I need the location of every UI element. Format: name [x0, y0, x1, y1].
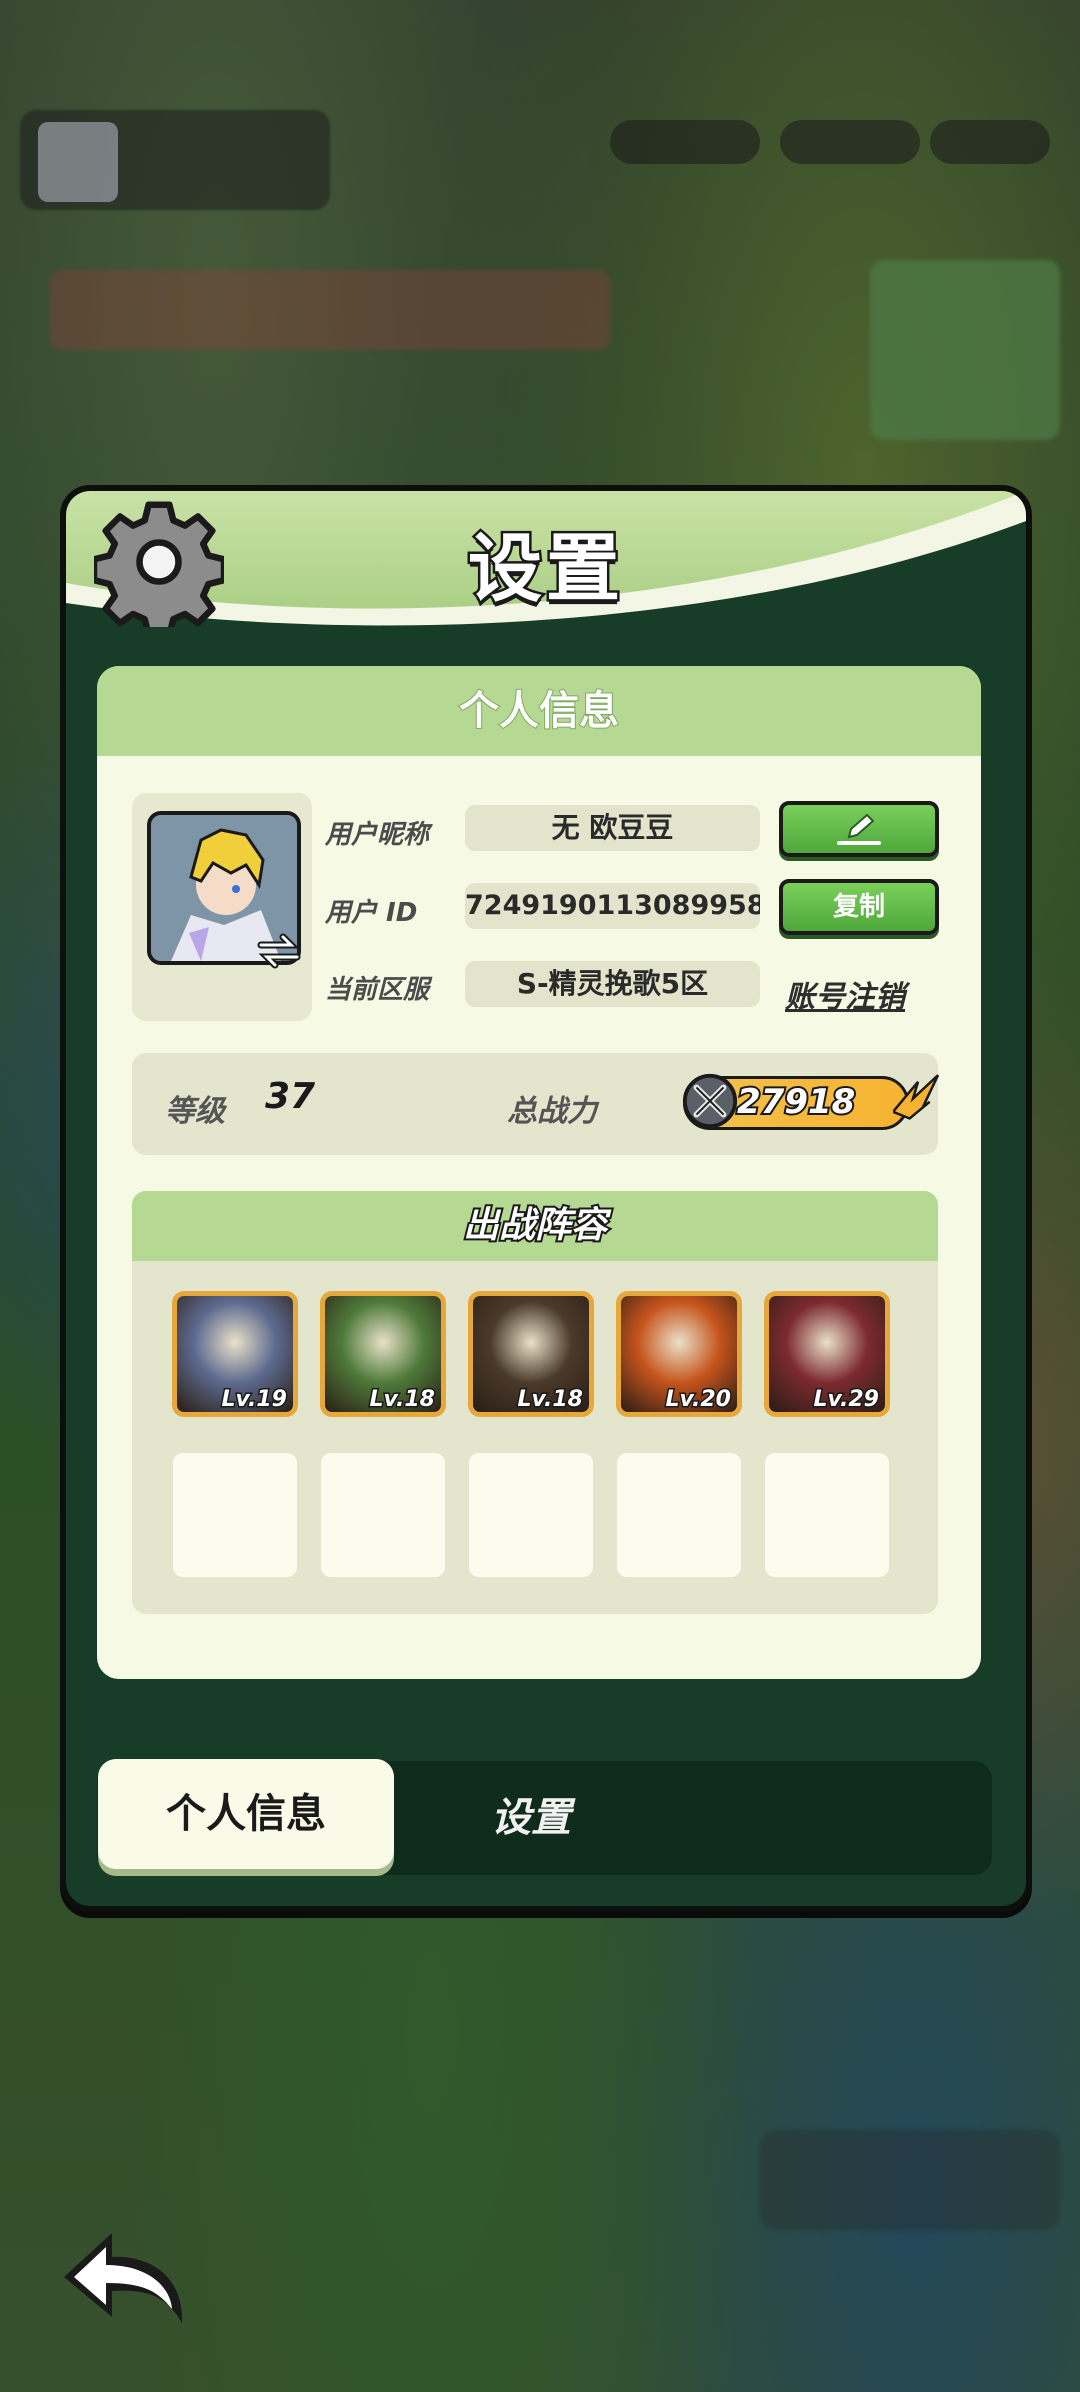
level-label: 等级 [165, 1094, 225, 1129]
hero-level-label: Lv.18 [516, 1386, 585, 1413]
lineup-title: 出战阵容 [461, 1203, 609, 1248]
server-value: S-精灵挽歌5区 [465, 961, 760, 1007]
dialog-title: 设置 [466, 524, 624, 615]
power-value: 27918 [735, 1080, 857, 1124]
hero-slot[interactable]: Lv.20 [616, 1291, 742, 1417]
nickname-label: 用户昵称 [325, 820, 430, 850]
empty-hero-slot[interactable] [173, 1453, 297, 1577]
server-label: 当前区服 [325, 975, 430, 1005]
account-deletion-link[interactable]: 账号注销 [785, 972, 905, 1016]
switch-avatar-icon[interactable] [257, 931, 301, 971]
tab-profile[interactable]: 个人信息 [98, 1759, 394, 1869]
back-arrow-icon[interactable] [54, 2225, 194, 2335]
power-label: 总战力 [507, 1094, 597, 1129]
pencil-icon [837, 813, 881, 845]
settings-dialog: 设置 个人信息 用户昵称 无 欧豆豆 用户 ID 724919011308995… [60, 485, 1032, 1912]
copy-id-button[interactable]: 复制 [779, 879, 939, 935]
hud-avatar [38, 122, 118, 202]
battle-lineup-panel: 出战阵容 Lv.19 Lv.18 Lv.18 Lv.20 Lv.29 [132, 1191, 938, 1614]
hud-event-icons [50, 270, 610, 350]
hero-slot[interactable]: Lv.18 [468, 1291, 594, 1417]
hero-slot[interactable]: Lv.19 [172, 1291, 298, 1417]
empty-hero-slot[interactable] [765, 1453, 889, 1577]
power-flame-tail [893, 1074, 940, 1120]
hud-resource-coins [780, 120, 920, 164]
lineup-header: 出战阵容 [132, 1191, 938, 1261]
profile-section-header: 个人信息 [97, 666, 981, 756]
empty-hero-slot[interactable] [617, 1453, 741, 1577]
hero-level-label: Lv.20 [664, 1386, 733, 1413]
chat-bubble [760, 2130, 1060, 2230]
profile-card: 个人信息 用户昵称 无 欧豆豆 用户 ID 72491901130899585 … [97, 666, 981, 1679]
sword-icon [682, 1073, 738, 1129]
hero-slot[interactable]: Lv.18 [320, 1291, 446, 1417]
tab-settings[interactable]: 设置 [406, 1761, 656, 1875]
edit-nickname-button[interactable] [779, 801, 939, 857]
user-id-value: 72491901130899585 [465, 883, 760, 929]
empty-hero-slot[interactable] [469, 1453, 593, 1577]
hero-level-label: Lv.19 [220, 1386, 289, 1413]
hero-level-label: Lv.29 [812, 1386, 881, 1413]
hud-resource-other [930, 120, 1050, 164]
user-id-label: 用户 ID [325, 898, 418, 928]
minimap [870, 260, 1060, 440]
level-value: 37 [265, 1076, 316, 1117]
nickname-value: 无 欧豆豆 [465, 805, 760, 851]
hero-slot[interactable]: Lv.29 [764, 1291, 890, 1417]
hero-level-label: Lv.18 [368, 1386, 437, 1413]
profile-section-title: 个人信息 [458, 687, 620, 735]
hud-resource-gems [610, 120, 760, 164]
empty-hero-slot[interactable] [321, 1453, 445, 1577]
